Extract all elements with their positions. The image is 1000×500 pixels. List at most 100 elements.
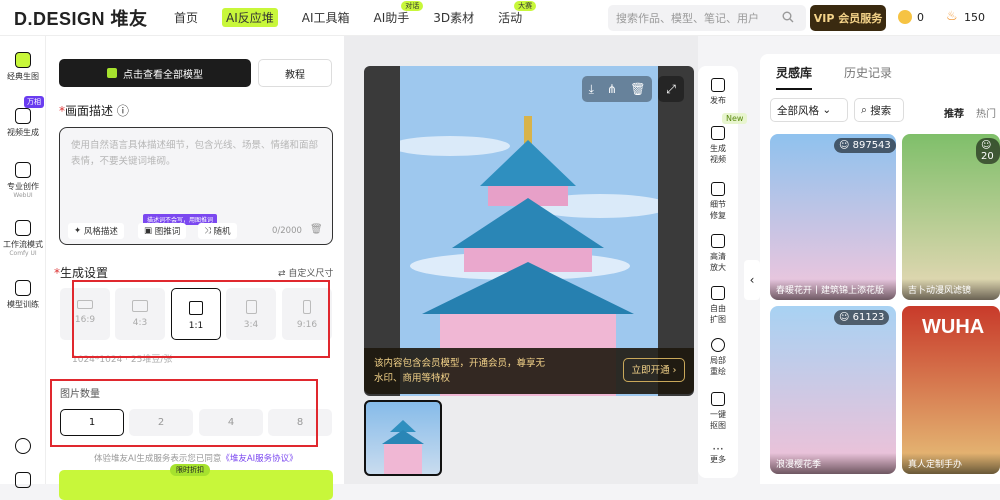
temple-illustration (390, 66, 670, 396)
coin-icon (898, 10, 912, 24)
card-caption: 浪漫樱花季 (770, 453, 896, 474)
nav-ai-toolbox[interactable]: AI工具箱 (302, 9, 350, 26)
top-navigation-bar: D.DESIGN 堆友 首页 AI反应堆 AI工具箱 AI助手 对话 3D素材 活… (0, 0, 1000, 36)
inspiration-gallery: 灵感库 历史记录 全部风格 ⌄ ⌕ 搜索 推荐 热门 ☺ 897543 春暖花开… (760, 54, 1000, 484)
rail-workflow[interactable]: 工作流模式 Comfy UI (0, 220, 46, 257)
nav-events[interactable]: 活动 大赛 (498, 1, 537, 26)
fullscreen-icon[interactable]: ⤢ (658, 76, 684, 102)
card-caption: 真人定制手办 (902, 453, 1000, 474)
sort-recommend[interactable]: 推荐 (944, 105, 964, 120)
book-icon (15, 472, 31, 488)
tool-upscale[interactable]: 高清放大 (698, 234, 738, 273)
vip-upsell-banner: 该内容包含会员模型，开通会员，尊享无水印、商用等特权 立即开通 › (364, 348, 694, 394)
rail-model-training[interactable]: 模型训练 (0, 280, 46, 310)
video-gen-icon (711, 126, 725, 140)
nav-home[interactable]: 首页 (174, 9, 198, 26)
user-icon: ☺ (839, 312, 853, 323)
agreement-link[interactable]: 《堆友AI服务协议》 (221, 454, 297, 464)
image-icon: ▣ (144, 226, 155, 236)
user-icon: ☺ (839, 140, 853, 151)
preview-canvas: ⤓ ⋔ 🗑 ⤢ 该内容包含会员模型，开通会员，尊享无水印、商用等特权 立即开通 … (344, 36, 698, 484)
chevron-down-icon: ⌄ (822, 104, 832, 116)
thumbnail-image (382, 420, 424, 474)
tool-cutout[interactable]: 一键抠图 (698, 392, 738, 431)
video-icon (15, 108, 31, 124)
description-title: *画面描述 ⓘ (59, 104, 129, 118)
help-icon[interactable]: ⓘ (117, 104, 129, 118)
repaint-icon (711, 338, 725, 352)
result-thumbnail[interactable] (364, 400, 442, 476)
tool-detail-fix[interactable]: 细节修复 (698, 182, 738, 221)
download-icon[interactable]: ⤓ (589, 82, 594, 97)
random-chip[interactable]: ⤨ 随机 (198, 223, 237, 239)
delete-icon[interactable]: 🗑 (630, 82, 645, 96)
image-to-prompt-chip[interactable]: ▣ 图推词 (138, 223, 187, 239)
nav-ai-reactor[interactable]: AI反应堆 (222, 8, 278, 27)
vip-service-button[interactable]: VIP 会员服务 (810, 5, 886, 31)
search-input[interactable]: 搜索作品、模型、笔记、用户 (608, 5, 806, 31)
collapse-gallery-button[interactable]: ‹ (744, 260, 760, 300)
gallery-card[interactable]: WUHA 真人定制手办 (902, 306, 1000, 474)
trash-icon[interactable]: 🗑 (310, 224, 323, 235)
tab-history[interactable]: 历史记录 (844, 64, 892, 81)
left-rail: 经典生图 万相 视频生成 专业创作 WebUI 工作流模式 Comfy UI 模型训练 (0, 36, 46, 488)
rail-chat[interactable] (0, 438, 46, 457)
tool-outpaint[interactable]: 自由扩图 (698, 286, 738, 325)
coin-balance[interactable]: 0 (898, 10, 924, 24)
rail-classic-image[interactable]: 经典生图 (0, 52, 46, 82)
tab-indicator (776, 88, 812, 90)
hd-icon (711, 234, 725, 248)
search-icon: ⌕ (861, 103, 871, 116)
chevron-left-icon: ‹ (749, 273, 755, 287)
tool-inpaint[interactable]: 局部重绘 (698, 338, 738, 377)
tool-more[interactable]: ··· 更多 (698, 442, 738, 465)
energy-balance[interactable]: ♨ 150 (946, 10, 985, 24)
more-icon: ··· (712, 442, 724, 456)
brush-icon (711, 182, 725, 196)
expand-icon (711, 286, 725, 300)
nav-3d-assets[interactable]: 3D素材 (433, 9, 474, 26)
preview-image-container (364, 66, 694, 396)
rail-book[interactable] (0, 472, 46, 491)
share-icon[interactable]: ⋔ (607, 82, 617, 96)
cube-icon (107, 68, 117, 78)
nav-ai-assistant[interactable]: AI助手 对话 (374, 1, 424, 26)
wanxiang-badge: 万相 (24, 96, 44, 108)
card-caption: 吉卜动漫风滤镜 (902, 279, 1000, 300)
rail-pro-create[interactable]: 专业创作 WebUI (0, 162, 46, 199)
gallery-card[interactable]: ☺ 20 吉卜动漫风滤镜 (902, 134, 1000, 300)
user-icon: ☺ (981, 140, 992, 151)
site-logo[interactable]: D.DESIGN 堆友 (14, 5, 174, 31)
gallery-card[interactable]: ☺ 61123 浪漫樱花季 (770, 306, 896, 474)
rail-video-gen[interactable]: 万相 视频生成 (0, 96, 46, 138)
view-all-models-button[interactable]: 点击查看全部模型 (59, 59, 251, 87)
custom-size-button[interactable]: ⇄ 自定义尺寸 (278, 266, 333, 279)
contest-badge: 大赛 (514, 1, 537, 11)
chat-icon (15, 438, 31, 454)
tool-publish[interactable]: 发布 (698, 78, 738, 106)
training-icon (15, 280, 31, 296)
generation-settings-title: *生成设置 (54, 266, 109, 280)
agreement-text: 体验堆友AI生成服务表示您已同意《堆友AI服务协议》 (94, 454, 298, 464)
tool-generate-video[interactable]: 生成视频 (698, 126, 738, 165)
card-caption: 春暖花开丨建筑锦上添花版 (770, 279, 896, 300)
sort-hot[interactable]: 热门 (976, 105, 996, 120)
gallery-card[interactable]: ☺ 897543 春暖花开丨建筑锦上添花版 (770, 134, 896, 300)
3d-icon (15, 162, 31, 178)
new-badge: New (722, 113, 748, 124)
preview-image[interactable] (390, 66, 670, 396)
image-toolbar: ⤓ ⋔ 🗑 (582, 76, 652, 102)
gallery-search-button[interactable]: ⌕ 搜索 (854, 98, 904, 122)
main-nav: 首页 AI反应堆 AI工具箱 AI助手 对话 3D素材 活动 大赛 (174, 0, 546, 36)
style-filter-dropdown[interactable]: 全部风格 ⌄ (770, 98, 848, 122)
open-vip-button[interactable]: 立即开通 › (623, 358, 685, 382)
tutorial-button[interactable]: 教程 (258, 59, 332, 87)
chat-badge: 对话 (401, 1, 424, 11)
usage-count: ☺ 61123 (834, 310, 890, 325)
search-icon[interactable] (782, 11, 794, 23)
tab-inspiration[interactable]: 灵感库 (776, 64, 812, 81)
publish-icon (711, 78, 725, 92)
bulb-icon: ✦ (74, 226, 84, 236)
wuhan-logo: WUHA (922, 316, 985, 338)
style-description-chip[interactable]: ✦ 风格描述 (68, 223, 124, 239)
